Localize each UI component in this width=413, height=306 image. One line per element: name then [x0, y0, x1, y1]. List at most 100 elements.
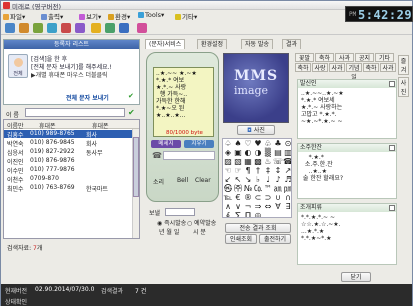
menu-view[interactable]: 보기▾ [79, 11, 101, 21]
table-row[interactable]: 이수민 010) 777-9876 [4, 166, 132, 175]
message-box-title-text: 소주한잔 [300, 144, 323, 151]
table-row[interactable]: 심응서 019) 827-2922 동사무 [4, 148, 132, 157]
folder-icon[interactable] [19, 23, 29, 33]
category-tab[interactable]: 사과 [380, 63, 396, 72]
symbol-key[interactable]: ∮ [223, 211, 233, 217]
column-header-name[interactable]: 이름만 [7, 121, 24, 130]
column-header-phone[interactable]: 휴대폰 [39, 121, 56, 130]
envelope-icon[interactable] [47, 23, 57, 33]
book-icon[interactable] [105, 23, 115, 33]
star-icon[interactable] [91, 23, 101, 33]
clear-button[interactable]: Clear [195, 177, 211, 184]
scrollbar-thumb[interactable] [133, 137, 139, 197]
menu-settings[interactable]: 환경▾ [108, 11, 130, 21]
table-row[interactable]: 이천수 0709-870 [4, 175, 132, 184]
category-tab[interactable]: 사과 [335, 53, 354, 62]
checkbox[interactable] [389, 205, 395, 211]
category-tab[interactable]: 사랑 [312, 63, 328, 72]
menu-etc[interactable]: 기타▾ [175, 11, 197, 21]
time-row[interactable]: 시 분 [193, 227, 206, 236]
users-icon[interactable] [5, 23, 15, 33]
send-all-button[interactable]: 전체 문자 보내기 [66, 93, 109, 102]
send-options: 보낼 ◉ 즉시발송 ○ 예약발송 년 월 일 시 분 [149, 208, 221, 238]
cell-name: 박연숙 [7, 141, 24, 148]
print-view-button[interactable]: 인쇄조회 [225, 234, 257, 244]
send-result-button[interactable]: 전송 결과 조회 [225, 223, 291, 233]
instant-send-radio[interactable]: ◉ 즉시발송 [157, 218, 186, 227]
help-icon[interactable] [137, 23, 147, 33]
table-row[interactable]: 박연숙 010) 876-9845 회사 [4, 139, 132, 148]
symbol-key[interactable]: ∀ [273, 202, 283, 212]
cell-memo: 한국마트 [86, 186, 109, 193]
category-tab[interactable]: 축하 [363, 63, 379, 72]
symbol-key[interactable]: ∏ [243, 211, 253, 217]
phone-screen[interactable]: ..★.~~ ★.~★ *.★.* 여보 ★.*.~ 사랑 행 가득~.. 가득… [153, 67, 214, 137]
category-tab[interactable]: 기념일 [346, 63, 362, 81]
sound-label[interactable]: 소리 [153, 177, 164, 186]
check-icon[interactable]: ✔ [128, 92, 138, 100]
message-box[interactable]: 발신인 ..★.~~..★.~★ *.★.* 여보세 ★.*.~ 사랑하는 고맙… [297, 79, 397, 139]
tab-results[interactable]: 결과 [282, 39, 302, 49]
globe-icon[interactable] [119, 23, 129, 33]
tab-favorites[interactable]: 즐겨 [398, 55, 409, 75]
photo-button[interactable]: ◘ 사진 [237, 125, 275, 135]
contacts-scrollbar[interactable] [132, 129, 139, 238]
category-tab[interactable]: 꽃말 [295, 53, 314, 62]
message-box[interactable]: 조개피류 *.*.★.*.~ ~ ☆☆.★.☆.~★. ...★.*.★ *.*… [297, 203, 397, 265]
message-box-title: 발신인 [298, 80, 396, 88]
tab-settings[interactable]: 환경설정 [197, 39, 228, 49]
table-row[interactable]: 김흥수 010) 989-8765 회사 [4, 130, 132, 139]
symbol-key[interactable]: ◎ [253, 211, 263, 217]
phone-number-input[interactable] [163, 151, 215, 160]
tab-sms-service[interactable]: (문자)서비스 [145, 39, 186, 49]
schedule-button[interactable]: 출전하기 [259, 234, 291, 244]
table-row[interactable]: 이진인 010) 876-9876 [4, 157, 132, 166]
reserve-send-radio[interactable]: ○ 예약발송 [187, 218, 216, 227]
clock-time: 5:42:29 [358, 8, 413, 22]
checkbox[interactable] [389, 81, 395, 87]
symbol-key[interactable]: ⇔ [263, 202, 273, 212]
cell-name: 심응서 [7, 150, 24, 157]
message-key[interactable]: 메세지 [151, 140, 181, 148]
calendar-icon[interactable] [61, 23, 71, 33]
avatar-label: 전체 [13, 71, 23, 77]
phone-message-text[interactable]: ..★.~~ ★.~★ *.★.* 여보 ★.*.~ 사랑 행 가득~.. 가득… [156, 70, 213, 119]
close-button[interactable]: 닫기 [341, 272, 371, 282]
symbol-key[interactable]: ∑ [233, 211, 243, 217]
menu-print[interactable]: 출력▾ [41, 11, 63, 21]
category-tab[interactable]: 기타 [375, 53, 394, 62]
erase-key[interactable]: 지우기 [184, 140, 214, 148]
clock-display: PM 5:42:29 [345, 6, 413, 22]
checkbox[interactable] [389, 145, 395, 151]
category-tab[interactable]: 사과 [329, 63, 345, 72]
menu-tools[interactable]: Tools▾ [138, 11, 164, 19]
table-row[interactable]: 최민수 010) 763-8769 한국마트 [4, 184, 132, 193]
category-tab[interactable]: 공지 [355, 53, 374, 62]
avatar[interactable]: 전체 [8, 54, 28, 78]
app-icon [3, 2, 10, 9]
category-tab[interactable]: 축하 [315, 53, 334, 62]
status-result-value: 7 건 [135, 288, 147, 295]
person-icon [14, 58, 23, 67]
mms-title: MMS [234, 68, 279, 84]
search-count-unit: 개 [36, 245, 43, 252]
date-row[interactable]: 년 월 일 [159, 227, 179, 236]
status-version-value: 02.90.2014/07/30.0 [35, 286, 95, 293]
send-select[interactable] [165, 208, 195, 216]
phone-icon[interactable] [33, 23, 43, 33]
symbol-key[interactable]: ∃ [283, 202, 291, 212]
table-header: 이름만 휴대폰 휴대폰 [4, 120, 139, 130]
name-search-input[interactable] [25, 108, 125, 117]
tab-auto-send[interactable]: 자동 발송 [241, 39, 273, 49]
bell-button[interactable]: Bell [177, 177, 188, 184]
column-header-phone2[interactable]: 휴대폰 [92, 121, 109, 130]
menu-file[interactable]: 파일▾ [3, 11, 25, 21]
chart-icon[interactable] [75, 23, 85, 33]
message-box[interactable]: 소주한잔 *.★.* 소.주.한.잔 ..★..★ 술 한잔 할래요? [297, 143, 397, 199]
category-tab[interactable]: 축하 [295, 63, 311, 72]
mms-image[interactable]: MMS image [223, 53, 289, 123]
phone-icon: ☎ [152, 151, 162, 160]
message-box-text: ..★.~~..★.~★ *.★.* 여보세 ★.*.~ 사랑하는 고맙고 *.… [301, 90, 344, 125]
tab-photo[interactable]: 사진 [398, 77, 409, 97]
search-go-icon[interactable]: ✔ [128, 108, 135, 117]
